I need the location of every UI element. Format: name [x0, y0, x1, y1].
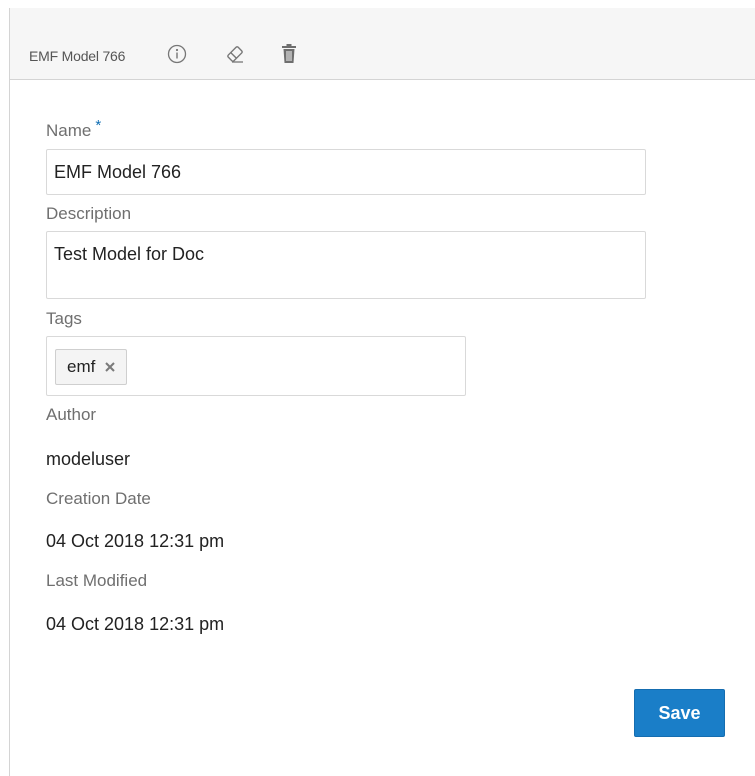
trash-icon[interactable] [277, 42, 301, 66]
description-label: Description [46, 204, 132, 223]
panel-header: EMF Model 766 [10, 8, 755, 80]
name-label: Name * [46, 117, 101, 141]
name-label-text: Name [46, 121, 92, 140]
eraser-icon[interactable] [223, 42, 247, 66]
model-title: EMF Model 766 [29, 48, 126, 64]
info-icon[interactable] [165, 42, 189, 66]
last-modified-value: 04 Oct 2018 12:31 pm [46, 614, 225, 634]
tag-remove-icon[interactable] [103, 360, 117, 374]
tag-label: emf [67, 357, 96, 376]
model-details-panel: EMF Model 766 Name * EMF Model 766 Descr… [9, 8, 755, 776]
required-marker: * [95, 117, 102, 134]
creation-date-value: 04 Oct 2018 12:31 pm [46, 531, 225, 551]
author-value: modeluser [46, 449, 131, 469]
name-input[interactable] [46, 149, 646, 195]
creation-date-label: Creation Date [46, 489, 151, 508]
tags-label: Tags [46, 309, 82, 328]
tags-input[interactable]: emf [46, 336, 466, 396]
tag-chip: emf [55, 349, 128, 385]
author-label: Author [46, 405, 97, 424]
last-modified-label: Last Modified [46, 571, 148, 590]
description-input[interactable]: Test Model for Doc [46, 231, 646, 299]
save-button[interactable]: Save [634, 689, 725, 737]
